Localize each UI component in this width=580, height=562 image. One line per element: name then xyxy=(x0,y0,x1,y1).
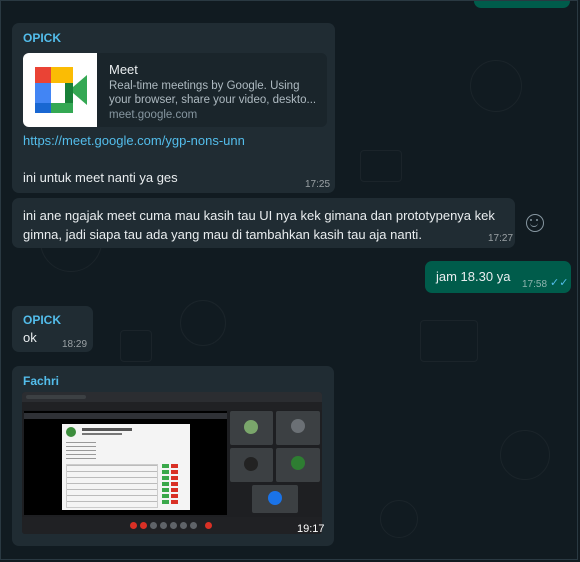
screenshot-image[interactable] xyxy=(22,392,322,534)
shot-participant-tile xyxy=(276,448,320,482)
shot-participant-avatar xyxy=(291,456,305,470)
message-time: 17:58 xyxy=(522,279,548,290)
message-text: ok xyxy=(23,330,37,345)
sender-name[interactable]: OPICK xyxy=(23,31,61,45)
wallpaper-doodle xyxy=(360,150,402,182)
preview-title: Meet xyxy=(109,62,138,77)
preview-description: Real-time meetings by Google. Using your… xyxy=(109,80,317,106)
shot-tab xyxy=(26,395,86,399)
wallpaper-doodle xyxy=(420,320,478,362)
shot-participant-tile xyxy=(252,485,298,513)
shot-doc-table xyxy=(66,464,158,508)
shot-doc-green-buttons xyxy=(162,464,169,506)
wallpaper-doodle xyxy=(180,300,226,346)
shot-participant-avatar xyxy=(244,457,258,471)
sender-name[interactable]: OPICK xyxy=(23,313,61,327)
shot-shared-toolbar xyxy=(24,413,227,419)
message-text: ini untuk meet nanti ya ges xyxy=(23,170,178,185)
double-check-icon: ✓✓ xyxy=(550,276,569,289)
shot-doc-title xyxy=(82,428,132,431)
message-time: 18:29 xyxy=(62,339,88,350)
meet-link[interactable]: https://meet.google.com/ygp-nons-unn xyxy=(23,133,245,148)
message-bubble-explanation[interactable]: ini ane ngajak meet cuma mau kasih tau U… xyxy=(12,198,515,248)
shot-participant-tile xyxy=(276,411,320,445)
shot-controls-bar xyxy=(22,517,322,534)
message-time: 17:27 xyxy=(488,233,514,244)
message-bubble-image[interactable]: Fachri 19:17 xyxy=(12,366,334,546)
shot-participant-avatar xyxy=(291,419,305,433)
wallpaper-doodle xyxy=(470,60,522,112)
wallpaper-doodle xyxy=(500,430,550,480)
emoji-icon[interactable] xyxy=(526,214,544,232)
message-time: 17:25 xyxy=(305,179,331,190)
shot-doc-fields xyxy=(66,442,96,460)
link-preview-card[interactable]: Meet Real-time meetings by Google. Using… xyxy=(23,53,327,127)
message-bubble-meet-link[interactable]: OPICK Meet Real-time meetings by Google.… xyxy=(12,23,335,193)
shot-participant-tile xyxy=(230,448,273,482)
shot-address-bar xyxy=(22,402,322,410)
previous-message-bubble[interactable] xyxy=(474,0,570,8)
shot-participant-tile xyxy=(230,411,273,445)
wallpaper-doodle xyxy=(120,330,152,362)
shot-document xyxy=(62,424,190,510)
shot-participant-avatar xyxy=(268,491,282,505)
message-time: 19:17 xyxy=(297,523,325,535)
preview-domain: meet.google.com xyxy=(109,109,198,121)
shot-control-buttons xyxy=(130,522,137,529)
message-text: ini ane ngajak meet cuma mau kasih tau U… xyxy=(23,208,495,242)
message-bubble-outgoing[interactable]: jam 18.30 ya 17:58 ✓✓ xyxy=(425,261,571,293)
shot-doc-subtitle xyxy=(82,433,122,435)
shot-participant-avatar xyxy=(244,420,258,434)
message-bubble-ok[interactable]: OPICK ok 18:29 xyxy=(12,306,93,352)
sender-name[interactable]: Fachri xyxy=(23,374,59,388)
google-meet-logo-icon xyxy=(23,53,97,127)
shot-doc-logo xyxy=(66,427,76,437)
message-text: jam 18.30 ya xyxy=(436,269,511,284)
wallpaper-doodle xyxy=(380,500,418,538)
shot-doc-red-buttons xyxy=(171,464,178,506)
